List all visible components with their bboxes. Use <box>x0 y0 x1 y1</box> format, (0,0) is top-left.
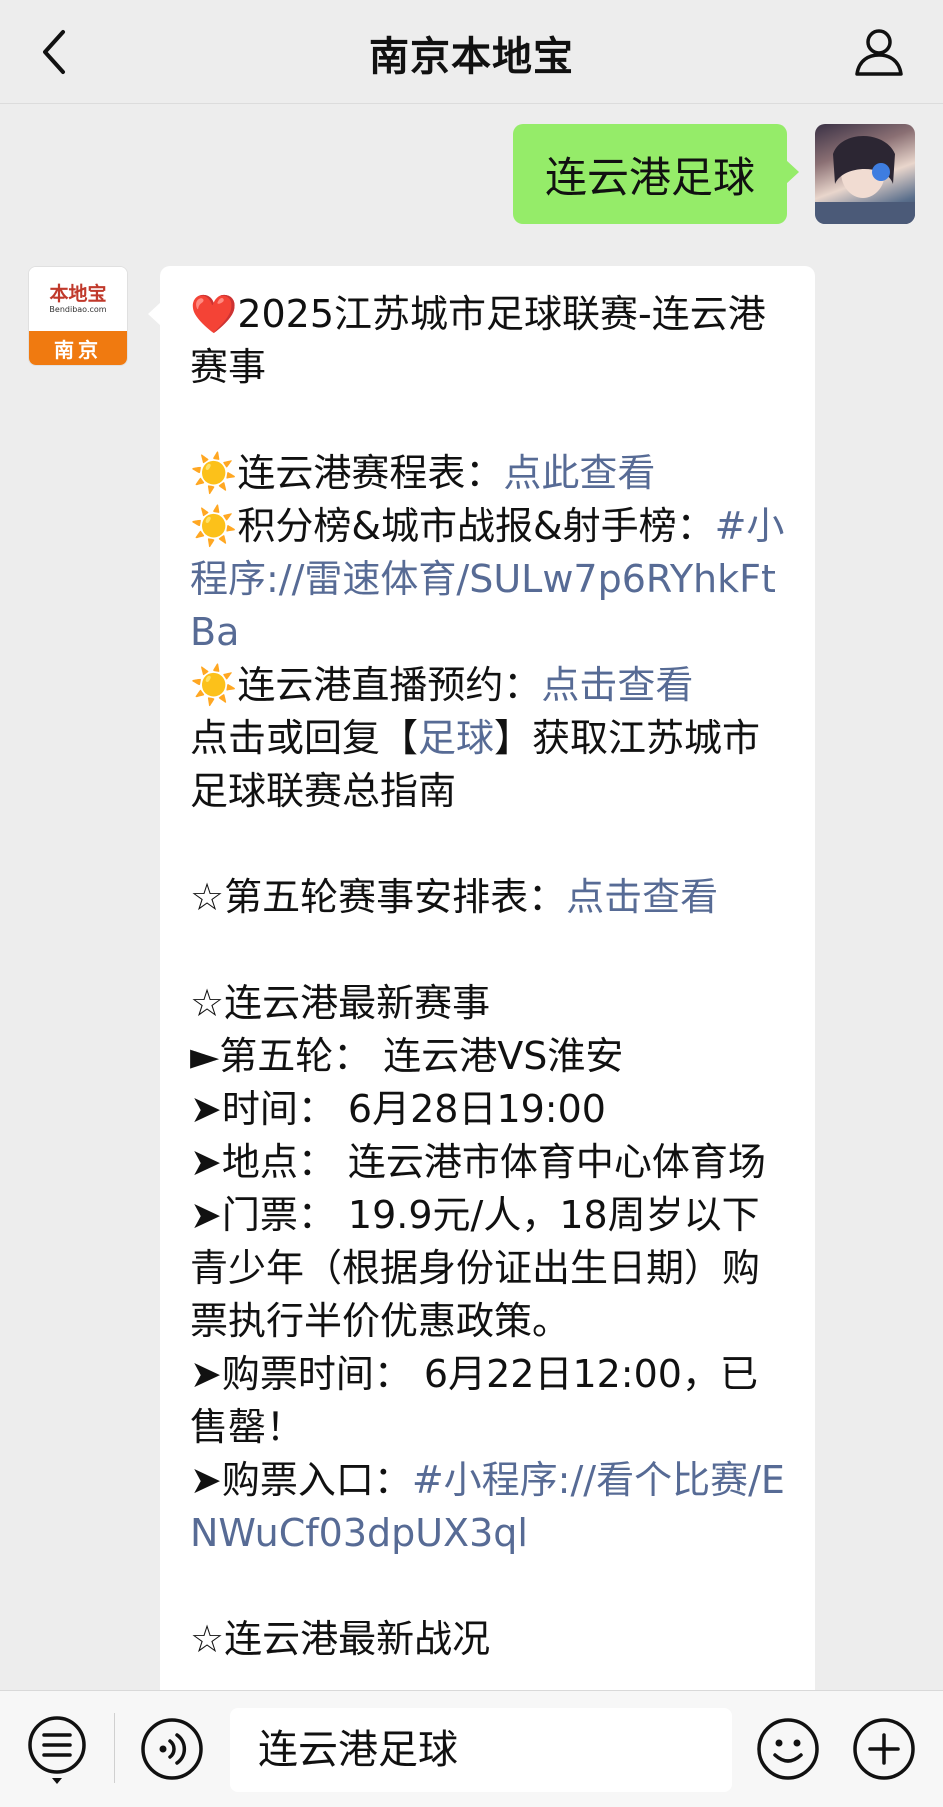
sun-emoji-icon: ☀️ <box>190 451 238 495</box>
outgoing-message-row: 连云港足球 <box>512 124 915 224</box>
brand-name: 本地宝 <box>49 283 107 305</box>
menu-button[interactable] <box>26 1715 88 1785</box>
voice-button[interactable] <box>140 1717 204 1781</box>
time-line: ➤时间： 6月28日19:00 <box>190 1087 606 1131</box>
profile-icon <box>855 29 903 76</box>
heading-line: ❤️2025江苏城市足球联赛-连云港赛事 <box>190 288 787 394</box>
guide-prefix: 点击或回复【 <box>190 716 419 760</box>
message-input[interactable]: 连云港足球 <box>230 1708 732 1792</box>
ticket-time-line: ➤购票时间： 6月22日12:00，已售罄！ <box>190 1352 758 1449</box>
schedule-line: ☀️连云港赛程表：点此查看 <box>190 447 787 500</box>
plus-icon <box>853 1718 915 1780</box>
schedule-label: 连云港赛程表： <box>237 451 504 495</box>
ticket-line: ➤门票： 19.9元/人，18周岁以下青少年（根据身份证出生日期）购票执行半价优… <box>190 1193 761 1343</box>
brand-avatar[interactable]: 本地宝 Bendibao.com 南京 <box>28 266 128 366</box>
chat-title: 南京本地宝 <box>369 34 574 80</box>
venue-line: ➤地点： 连云港市体育中心体育场 <box>190 1140 766 1184</box>
voice-icon <box>141 1718 203 1780</box>
chat-area[interactable]: 连云港足球 本地宝 Bendibao.com 南京 ❤️2025江苏城市足球联赛… <box>0 104 943 1690</box>
latest-title: ☆连云港最新赛事 <box>190 981 491 1025</box>
live-link[interactable]: 点击查看 <box>541 663 693 707</box>
user-avatar[interactable] <box>815 124 915 224</box>
entry-line: ➤购票入口：#小程序://看个比赛/ENWuCf03dpUX3ql <box>190 1454 787 1560</box>
brand-logo: 本地宝 Bendibao.com <box>29 267 127 331</box>
rank-label: 积分榜&城市战报&射手榜： <box>237 504 715 548</box>
schedule-link[interactable]: 点此查看 <box>503 451 655 495</box>
round5-line: ☆第五轮赛事安排表：点击查看 <box>190 871 787 924</box>
incoming-message-row: 本地宝 Bendibao.com 南京 ❤️2025江苏城市足球联赛-连云港赛事… <box>28 266 815 1690</box>
entry-label: ➤购票入口： <box>190 1458 412 1502</box>
round5-link[interactable]: 点击查看 <box>566 875 718 919</box>
headphones-icon <box>815 136 915 224</box>
heading-text: 2025江苏城市足球联赛-连云港赛事 <box>190 292 766 389</box>
sun-emoji-icon: ☀️ <box>190 663 238 707</box>
input-bar: 连云港足球 <box>0 1690 943 1807</box>
profile-button[interactable] <box>849 22 909 82</box>
emoji-icon <box>757 1718 819 1780</box>
guide-link[interactable]: 足球 <box>418 716 494 760</box>
guide-line: 点击或回复【足球】获取江苏城市足球联赛总指南 <box>190 712 787 818</box>
outgoing-bubble[interactable]: 连云港足球 <box>512 124 800 224</box>
bar-divider <box>114 1713 115 1783</box>
chat-header: 南京本地宝 <box>0 0 943 104</box>
brand-url: Bendibao.com <box>49 305 107 314</box>
sun-emoji-icon: ☀️ <box>190 504 238 548</box>
cut-line: ☆连云港最新战况 <box>190 1617 491 1661</box>
plus-button[interactable] <box>852 1717 916 1781</box>
emoji-button[interactable] <box>756 1717 820 1781</box>
match-line: ►第五轮： 连云港VS淮安 <box>190 1034 624 1078</box>
menu-list-icon <box>28 1716 86 1784</box>
heart-emoji-icon: ❤️ <box>190 292 238 336</box>
live-line: ☀️连云港直播预约：点击查看 <box>190 659 787 712</box>
round5-label: ☆第五轮赛事安排表： <box>190 875 567 919</box>
incoming-bubble[interactable]: ❤️2025江苏城市足球联赛-连云港赛事 ☀️连云港赛程表：点此查看 ☀️积分榜… <box>148 266 815 1690</box>
live-label: 连云港直播预约： <box>237 663 542 707</box>
brand-city: 南京 <box>29 331 127 365</box>
rank-line: ☀️积分榜&城市战报&射手榜：#小程序://雷速体育/SULw7p6RYhkFt… <box>190 500 787 659</box>
